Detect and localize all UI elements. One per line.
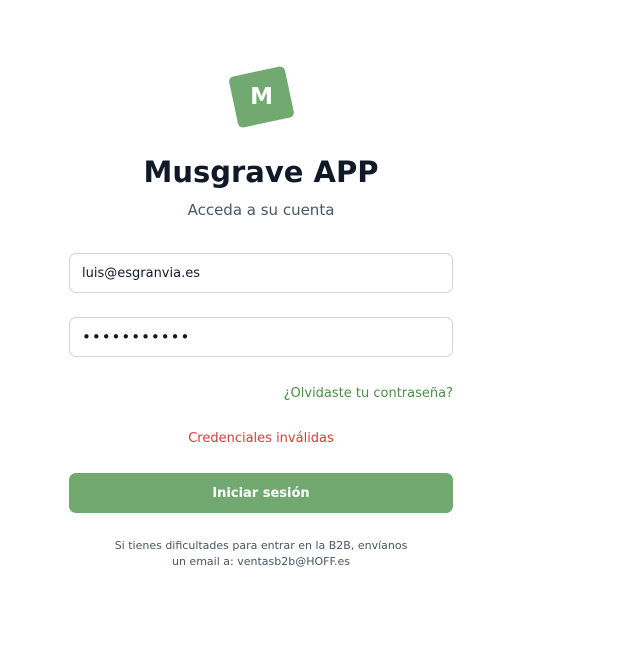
- email-field[interactable]: [69, 253, 453, 293]
- help-text-line-2: un email a: ventasb2b@HOFF.es: [171, 555, 351, 568]
- app-logo: M: [228, 65, 295, 129]
- password-field[interactable]: [69, 317, 453, 357]
- page-title: Musgrave APP: [143, 155, 379, 189]
- forgot-password-link[interactable]: ¿Olvidaste tu contraseña?: [284, 385, 453, 403]
- error-message: Credenciales inválidas: [188, 431, 334, 446]
- help-text-line-1: Si tienes dificultades para entrar en la…: [114, 539, 408, 552]
- logo-letter: M: [250, 83, 273, 110]
- help-text: Si tienes dificultades para entrar en la…: [69, 538, 453, 570]
- login-button[interactable]: Iniciar sesión: [69, 473, 453, 513]
- page-subtitle: Acceda a su cuenta: [187, 201, 335, 219]
- login-page: M Musgrave APP Acceda a su cuenta ¿Olvid…: [0, 0, 623, 665]
